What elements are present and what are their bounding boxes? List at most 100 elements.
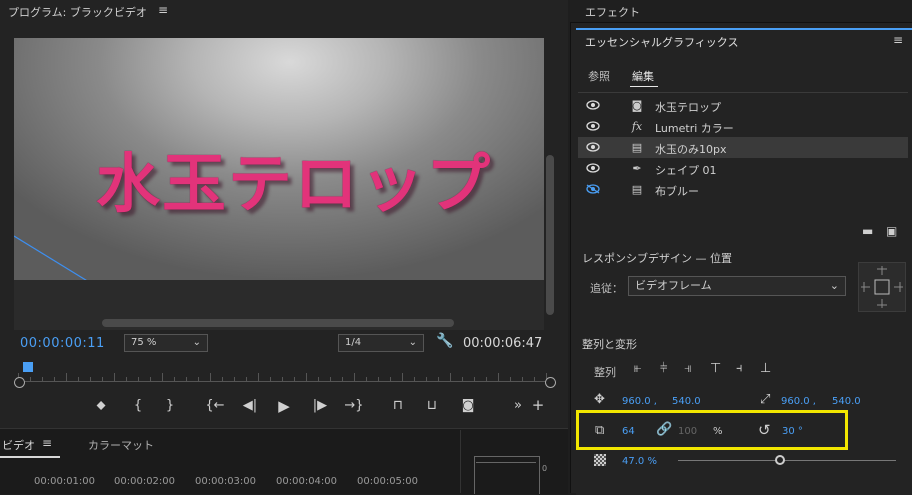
align-center-horizontal-icon[interactable]: ⫩ (660, 361, 667, 376)
eye-icon[interactable] (586, 163, 600, 173)
link-icon[interactable]: 🔗 (656, 422, 672, 437)
ruler-tick (522, 377, 523, 382)
layer-row[interactable]: fx Lumetri カラー (578, 116, 908, 137)
step-back-icon[interactable]: ◀| (240, 398, 260, 413)
time-label-3: 00:00:03:00 (195, 476, 257, 487)
layer-row[interactable]: ◙ 水玉テロップ (578, 95, 908, 116)
ruler-tick (486, 377, 487, 382)
effects-title[interactable]: エフェクト (585, 4, 640, 20)
opacity-slider[interactable] (678, 460, 896, 461)
camera-icon[interactable]: ◙ (458, 398, 478, 413)
ruler-tick (390, 377, 391, 382)
ruler-tick (150, 377, 151, 382)
program-monitor-title[interactable]: プログラム: ブラックビデオ (8, 4, 147, 20)
mark-in-icon[interactable]: { (128, 398, 148, 413)
align-bottom-icon[interactable]: ⊥ (760, 361, 771, 376)
new-layer-icon[interactable]: ▣ (886, 224, 897, 238)
eye-icon[interactable] (586, 121, 600, 131)
add-button-icon[interactable]: + (528, 396, 548, 414)
current-timecode[interactable]: 00:00:00:11 (20, 336, 105, 351)
add-marker-icon[interactable]: ⬥ (91, 398, 111, 413)
clip-icon: ▤ (631, 183, 643, 196)
out-point-handle[interactable] (545, 377, 556, 388)
horizontal-scrollbar[interactable] (102, 319, 454, 327)
meter-zero-label: 0 (542, 464, 548, 473)
folder-icon[interactable]: ▬ (862, 224, 873, 238)
ruler-tick (318, 377, 319, 382)
opacity-icon (594, 454, 606, 466)
hamburger-icon[interactable]: ≡ (893, 33, 903, 47)
ruler-tick (102, 377, 103, 382)
ruler-tick (174, 377, 175, 382)
align-center-vertical-icon[interactable]: ⫞ (736, 361, 743, 376)
align-top-icon[interactable]: ⊤ (710, 361, 721, 376)
ruler-tick (258, 373, 259, 382)
position-x-value[interactable]: 960.0 , (622, 396, 657, 407)
chevron-down-icon: ⌄ (829, 279, 839, 292)
pen-icon: ✒ (632, 162, 642, 175)
step-forward-icon[interactable]: |▶ (310, 398, 330, 413)
eye-hidden-icon[interactable] (586, 184, 600, 194)
ruler-ticks (18, 370, 552, 382)
layer-row[interactable]: ✒ シェイプ 01 (578, 158, 908, 179)
panel-divider (460, 430, 461, 493)
vertical-scrollbar[interactable] (546, 155, 554, 315)
lift-icon[interactable]: ⊓ (388, 398, 408, 413)
opacity-value[interactable]: 47.0 % (622, 456, 657, 467)
layer-row[interactable]: ▤ 布ブルー (578, 179, 908, 200)
resolution-dropdown[interactable]: 1/4 ⌄ (338, 334, 424, 352)
hamburger-icon[interactable]: ≡ (42, 436, 52, 450)
ruler-tick (90, 377, 91, 382)
pin-to-edges-widget[interactable] (858, 262, 906, 312)
position-y-value[interactable]: 540.0 (672, 396, 701, 407)
audio-meter-line (476, 462, 536, 463)
more-controls-icon[interactable]: » (508, 398, 528, 413)
ruler-tick (114, 373, 115, 382)
playhead-marker[interactable] (23, 362, 33, 372)
align-left-icon[interactable]: ⫦ (634, 361, 641, 376)
anchor-x-value[interactable]: 960.0 , (781, 396, 816, 407)
essential-graphics-title[interactable]: エッセンシャルグラフィックス (585, 34, 738, 50)
mark-out-icon[interactable]: } (160, 398, 180, 413)
wrench-icon[interactable]: 🔧 (436, 333, 453, 349)
highlight-box (576, 410, 848, 450)
chevron-down-icon: ⌄ (192, 337, 201, 348)
video-preview[interactable]: 水玉テロップ (14, 38, 544, 280)
ruler-tick (450, 373, 451, 382)
time-label-4: 00:00:04:00 (276, 476, 338, 487)
clip-icon: ▤ (631, 141, 643, 154)
ruler-tick (378, 377, 379, 382)
extract-icon[interactable]: ⊔ (422, 398, 442, 413)
follow-dropdown[interactable]: ビデオフレーム ⌄ (628, 276, 846, 296)
rotation-icon: ↺ (758, 421, 771, 439)
align-right-icon[interactable]: ⫣ (684, 361, 692, 376)
play-icon[interactable]: ▶ (274, 397, 294, 415)
time-label-1: 00:00:01:00 (34, 476, 96, 487)
tab-color-matte[interactable]: カラーマット (88, 437, 154, 453)
go-to-out-icon[interactable]: →} (344, 398, 364, 413)
ruler-tick (66, 373, 67, 382)
responsive-design-title: レスポンシブデザイン — 位置 (582, 252, 732, 265)
ruler-tick (402, 373, 403, 382)
ruler-tick (222, 377, 223, 382)
eye-icon[interactable] (586, 100, 600, 110)
layer-label: Lumetri カラー (655, 122, 734, 135)
eye-icon[interactable] (586, 142, 600, 152)
layer-row-selected[interactable]: ▤ 水玉のみ10px (578, 137, 908, 158)
ruler-tick (414, 377, 415, 382)
tab-video-sequence[interactable]: ビデオ (2, 437, 35, 453)
tab-browse[interactable]: 参照 (588, 68, 610, 84)
anchor-y-value[interactable]: 540.0 (832, 396, 861, 407)
go-to-in-icon[interactable]: {← (205, 398, 225, 413)
in-point-handle[interactable] (14, 377, 25, 388)
tab-edit[interactable]: 編集 (632, 68, 654, 84)
hamburger-icon[interactable]: ≡ (158, 3, 168, 17)
ruler-tick (162, 373, 163, 382)
scale-value[interactable]: 64 (622, 426, 635, 437)
ruler-tick (186, 377, 187, 382)
fx-icon: fx (631, 120, 643, 133)
zoom-dropdown[interactable]: 75 % ⌄ (124, 334, 208, 352)
rotation-value[interactable]: 30 ° (782, 426, 803, 437)
scale-height-value: 100 (678, 426, 698, 437)
layer-label: シェイプ 01 (655, 164, 717, 177)
